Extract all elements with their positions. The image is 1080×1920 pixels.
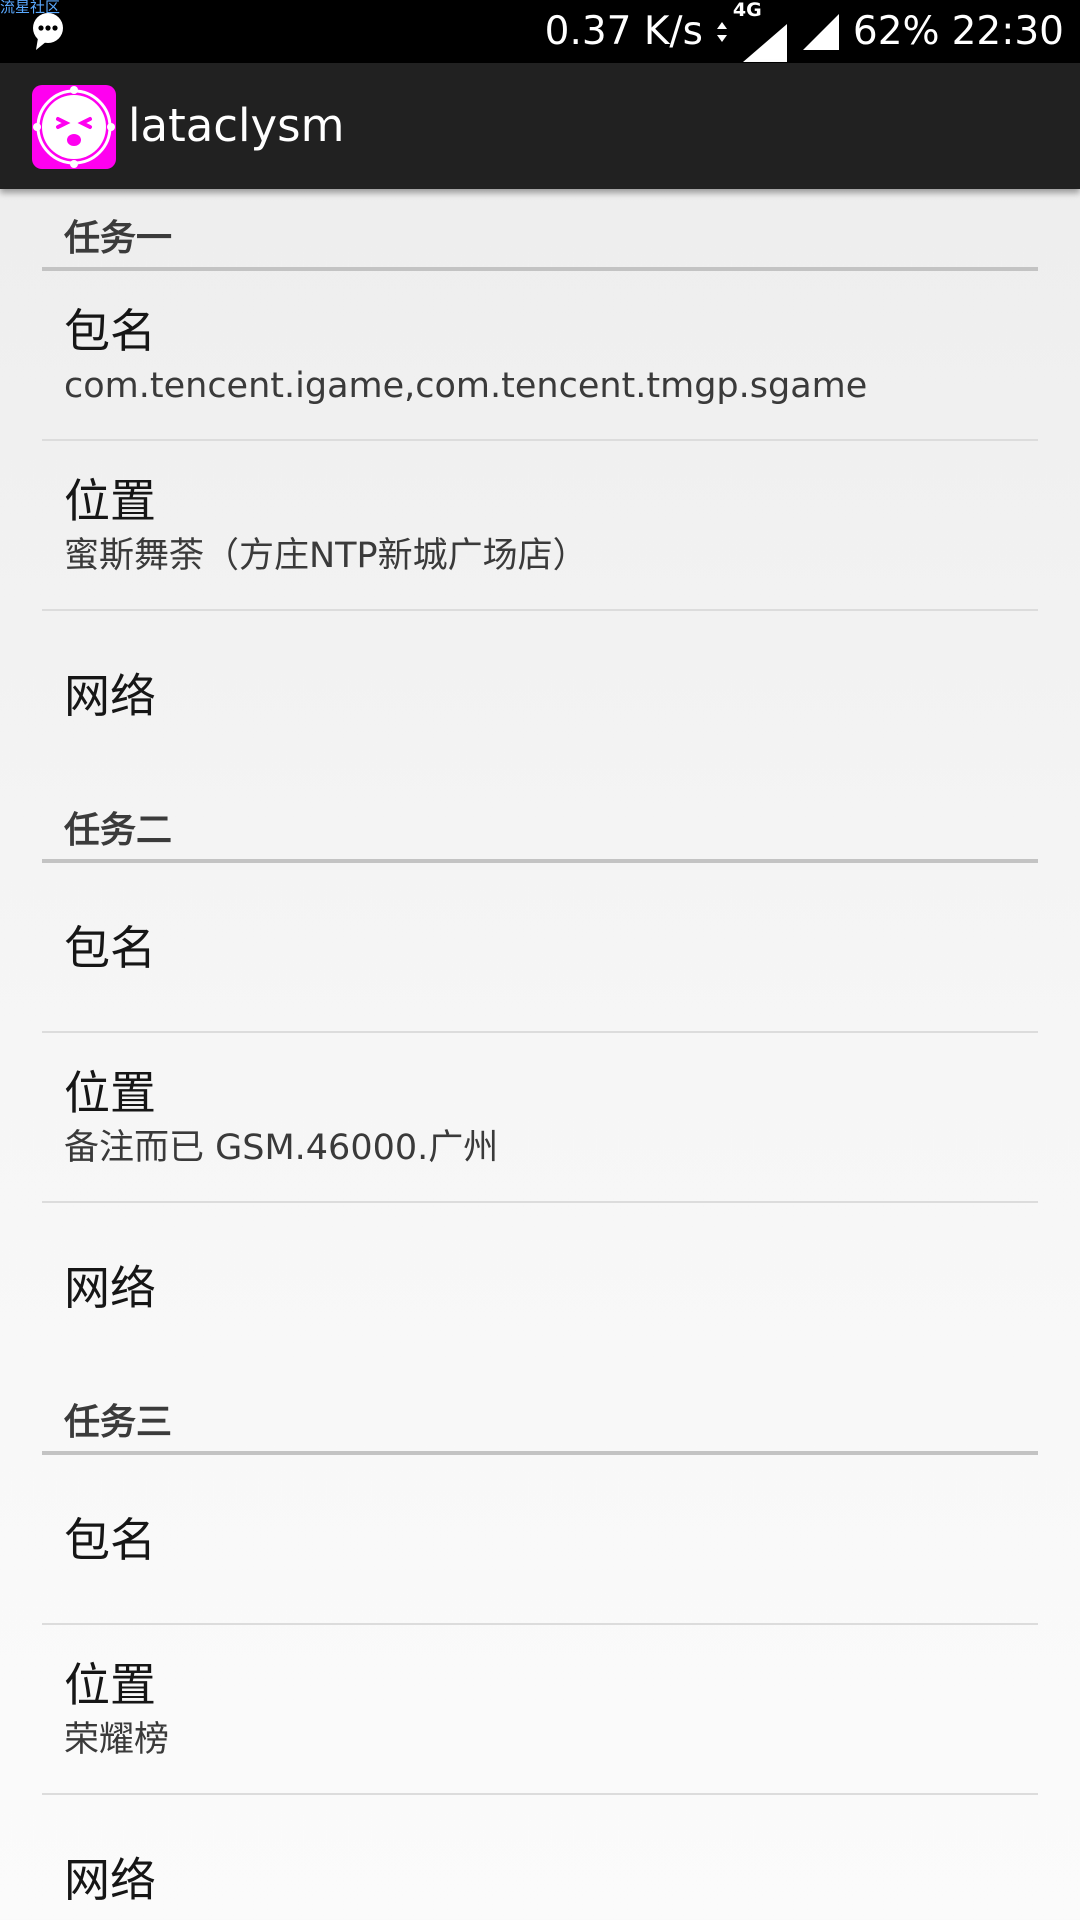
pref-title: 网络: [64, 669, 156, 723]
pref-network-task-3[interactable]: 网络: [0, 1795, 1080, 1920]
app-bar: lataclysm: [0, 63, 1080, 189]
battery-percent: 62%: [852, 9, 940, 54]
signal-strength-icon: [801, 12, 841, 52]
category-task-1: 任务一: [0, 189, 1080, 271]
status-bar: 流星社区 0.37 K/s 4G 62% 22:30: [0, 0, 1080, 63]
pref-package-task-1[interactable]: 包名 com.tencent.igame,com.tencent.tmgp.sg…: [0, 271, 1080, 441]
pref-title: 位置: [64, 474, 156, 528]
pref-location-task-3[interactable]: 位置 荣耀榜: [0, 1625, 1080, 1795]
app-logo-icon: [32, 85, 116, 169]
pref-title: 位置: [64, 1658, 156, 1712]
category-title: 任务二: [64, 810, 173, 851]
category-task-3: 任务三: [0, 1373, 1080, 1455]
pref-package-task-2[interactable]: 包名: [0, 863, 1080, 1033]
network-type-label: 4G: [732, 0, 762, 21]
clock: 22:30: [951, 9, 1064, 54]
category-title: 任务一: [64, 218, 173, 259]
pref-title: 网络: [64, 1261, 156, 1315]
pref-summary: 蜜斯舞荼（方庄NTP新城广场店）: [64, 536, 588, 576]
pref-summary: 备注而已 GSM.46000.广州: [64, 1128, 499, 1168]
pref-location-task-1[interactable]: 位置 蜜斯舞荼（方庄NTP新城广场店）: [0, 441, 1080, 611]
pref-title: 包名: [64, 304, 156, 358]
pref-package-task-3[interactable]: 包名: [0, 1455, 1080, 1625]
app-title: lataclysm: [128, 99, 345, 152]
data-activity-icon: [715, 20, 729, 44]
category-task-2: 任务二: [0, 781, 1080, 863]
pref-network-task-2[interactable]: 网络: [0, 1203, 1080, 1373]
pref-network-task-1[interactable]: 网络: [0, 611, 1080, 781]
signal-4g-icon: 4G: [733, 0, 789, 62]
chat-notification-icon: [30, 12, 66, 56]
network-speed: 0.37 K/s: [544, 9, 703, 54]
pref-location-task-2[interactable]: 位置 备注而已 GSM.46000.广州: [0, 1033, 1080, 1203]
pref-summary: com.tencent.igame,com.tencent.tmgp.sgame: [64, 366, 868, 406]
preference-list: 任务一 包名 com.tencent.igame,com.tencent.tmg…: [0, 189, 1080, 1920]
category-title: 任务三: [64, 1402, 173, 1443]
pref-title: 包名: [64, 921, 156, 975]
pref-title: 网络: [64, 1853, 156, 1907]
pref-title: 位置: [64, 1066, 156, 1120]
pref-summary: 荣耀榜: [64, 1720, 170, 1760]
pref-title: 包名: [64, 1513, 156, 1567]
status-indicators: 0.37 K/s 4G 62% 22:30: [545, 0, 1064, 63]
